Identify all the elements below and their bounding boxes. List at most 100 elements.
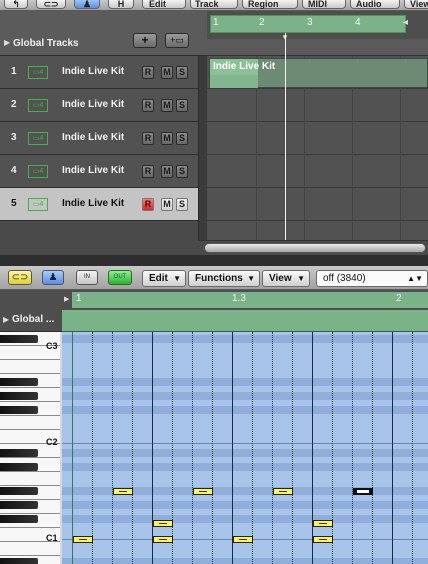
midi-menu[interactable]: MIDI bbox=[302, 0, 346, 9]
grid-row-dark bbox=[62, 378, 428, 386]
beat-line bbox=[392, 332, 393, 564]
link-button[interactable]: ⊂⊃ bbox=[36, 0, 66, 9]
subdivision-line bbox=[212, 332, 213, 564]
midi-note[interactable] bbox=[153, 536, 173, 543]
midi-in-button[interactable]: IN bbox=[76, 270, 98, 285]
piano-key[interactable] bbox=[0, 542, 60, 556]
midi-out-label: OUT bbox=[113, 274, 127, 280]
view-menu[interactable]: View ▼ bbox=[262, 270, 310, 287]
edit-menu[interactable]: Edit bbox=[142, 0, 186, 9]
view-menu[interactable]: View bbox=[404, 0, 428, 9]
drum-machine-icon: ▭4 bbox=[28, 66, 48, 79]
grid-row-dark bbox=[62, 501, 428, 509]
catch-button[interactable]: ♟ bbox=[74, 0, 100, 9]
grid-row-dark bbox=[62, 406, 428, 414]
mute-button[interactable]: M bbox=[161, 132, 173, 145]
midi-note[interactable] bbox=[273, 488, 293, 495]
hide-button[interactable]: H bbox=[108, 0, 134, 9]
solo-button[interactable]: S bbox=[176, 198, 188, 211]
edit-menu[interactable]: Edit ▼ bbox=[142, 270, 186, 287]
track-row[interactable]: 1 ▭4 Indie Live Kit R M S bbox=[0, 56, 198, 89]
piano-key[interactable] bbox=[0, 416, 60, 430]
drum-machine-icon: ▭4 bbox=[28, 132, 48, 145]
piano-key-black[interactable] bbox=[0, 463, 38, 471]
arrange-scrollbar[interactable] bbox=[198, 240, 428, 255]
octave-label-c1: C1 bbox=[46, 533, 58, 543]
track-row[interactable]: 2 ▭4 Indie Live Kit R M S bbox=[0, 89, 198, 122]
ruler-bar-2: 2 bbox=[396, 293, 402, 304]
octave-line bbox=[62, 443, 428, 444]
region-menu[interactable]: Region bbox=[242, 0, 298, 9]
beat-line bbox=[312, 332, 313, 564]
subdivision-line bbox=[412, 332, 413, 564]
ruler-bar-1: 1 bbox=[76, 293, 82, 304]
record-enable-button[interactable]: R bbox=[142, 66, 154, 79]
disclosure-triangle-icon[interactable]: ▶ bbox=[3, 315, 9, 324]
piano-key-black[interactable] bbox=[0, 392, 38, 400]
piano-key-black[interactable] bbox=[0, 378, 38, 386]
link-button[interactable]: ⊂⊃ bbox=[8, 270, 32, 285]
record-enable-button[interactable]: R bbox=[142, 132, 154, 145]
piano-key-black[interactable] bbox=[0, 515, 38, 523]
record-enable-button[interactable]: R bbox=[142, 99, 154, 112]
disclosure-triangle-icon[interactable]: ▶ bbox=[4, 38, 10, 47]
piano-key-black[interactable] bbox=[0, 406, 38, 414]
mute-button[interactable]: M bbox=[161, 198, 173, 211]
track-row[interactable]: 3 ▭4 Indie Live Kit R M S bbox=[0, 122, 198, 155]
piano-keyboard[interactable]: C3 C2 C1 bbox=[0, 332, 62, 564]
piano-key[interactable] bbox=[0, 472, 60, 486]
piano-key-black[interactable] bbox=[0, 449, 38, 457]
track-number: 4 bbox=[11, 165, 17, 176]
solo-button[interactable]: S bbox=[176, 165, 188, 178]
arrange-tracks-area: Indie Live Kit bbox=[207, 56, 428, 240]
add-track-button[interactable]: + bbox=[133, 33, 157, 48]
midi-note-selected[interactable] bbox=[353, 488, 373, 495]
folder-plus-icon: +▭ bbox=[170, 35, 184, 45]
midi-region[interactable]: Indie Live Kit bbox=[209, 58, 428, 88]
functions-menu[interactable]: Functions ▼ bbox=[188, 270, 260, 287]
track-lane bbox=[207, 89, 428, 122]
arrange-ruler[interactable]: 1 2 3 4 ▼ ◂ bbox=[207, 11, 428, 42]
midi-note[interactable] bbox=[193, 488, 213, 495]
midi-out-button[interactable]: OUT bbox=[108, 270, 132, 285]
record-enable-button[interactable]: R bbox=[142, 198, 154, 211]
solo-button[interactable]: S bbox=[176, 99, 188, 112]
piano-key[interactable] bbox=[0, 360, 60, 374]
mute-button[interactable]: M bbox=[161, 99, 173, 112]
piano-roll-ruler-left: ▶ Global ... bbox=[0, 290, 62, 332]
midi-note[interactable] bbox=[73, 536, 93, 543]
midi-note[interactable] bbox=[113, 488, 133, 495]
record-enable-button[interactable]: R bbox=[142, 165, 154, 178]
ruler-bar-2: 2 bbox=[259, 17, 265, 28]
piano-roll-grid[interactable] bbox=[62, 332, 428, 564]
piano-key-black[interactable] bbox=[0, 558, 38, 564]
mute-button[interactable]: M bbox=[161, 66, 173, 79]
piano-roll-global-lane bbox=[62, 310, 428, 332]
quantize-select[interactable]: off (3840) ▲▼ bbox=[316, 270, 428, 287]
solo-button[interactable]: S bbox=[176, 132, 188, 145]
midi-note[interactable] bbox=[313, 536, 333, 543]
scroll-thumb[interactable] bbox=[204, 243, 426, 253]
add-folder-button[interactable]: +▭ bbox=[165, 33, 189, 48]
track-menu[interactable]: Track bbox=[190, 0, 238, 9]
piano-key-black[interactable] bbox=[0, 487, 38, 495]
track-row-selected[interactable]: 5 ▭4 Indie Live Kit R M S bbox=[0, 188, 198, 221]
track-row[interactable]: 4 ▭4 Indie Live Kit R M S bbox=[0, 155, 198, 188]
midi-note[interactable] bbox=[153, 520, 173, 527]
mute-button[interactable]: M bbox=[161, 165, 173, 178]
midi-note[interactable] bbox=[313, 520, 333, 527]
disclosure-triangle-icon[interactable]: ▶ bbox=[64, 295, 69, 303]
piano-roll-ruler[interactable]: 1 1.3 2 ▶ bbox=[62, 290, 428, 310]
piano-key-black[interactable] bbox=[0, 501, 38, 509]
cycle-region[interactable] bbox=[72, 292, 428, 308]
region-name: Indie Live Kit bbox=[213, 61, 276, 72]
track-name: Indie Live Kit bbox=[62, 165, 125, 176]
midi-note[interactable] bbox=[233, 536, 253, 543]
cycle-end-icon[interactable]: ◂ bbox=[403, 17, 408, 28]
audio-menu[interactable]: Audio bbox=[350, 0, 400, 9]
solo-button[interactable]: S bbox=[176, 66, 188, 79]
catch-button[interactable]: ♟ bbox=[42, 270, 64, 285]
pane-divider[interactable] bbox=[0, 255, 428, 266]
piano-key-black[interactable] bbox=[0, 335, 38, 343]
back-button[interactable]: ↰ bbox=[4, 0, 28, 9]
